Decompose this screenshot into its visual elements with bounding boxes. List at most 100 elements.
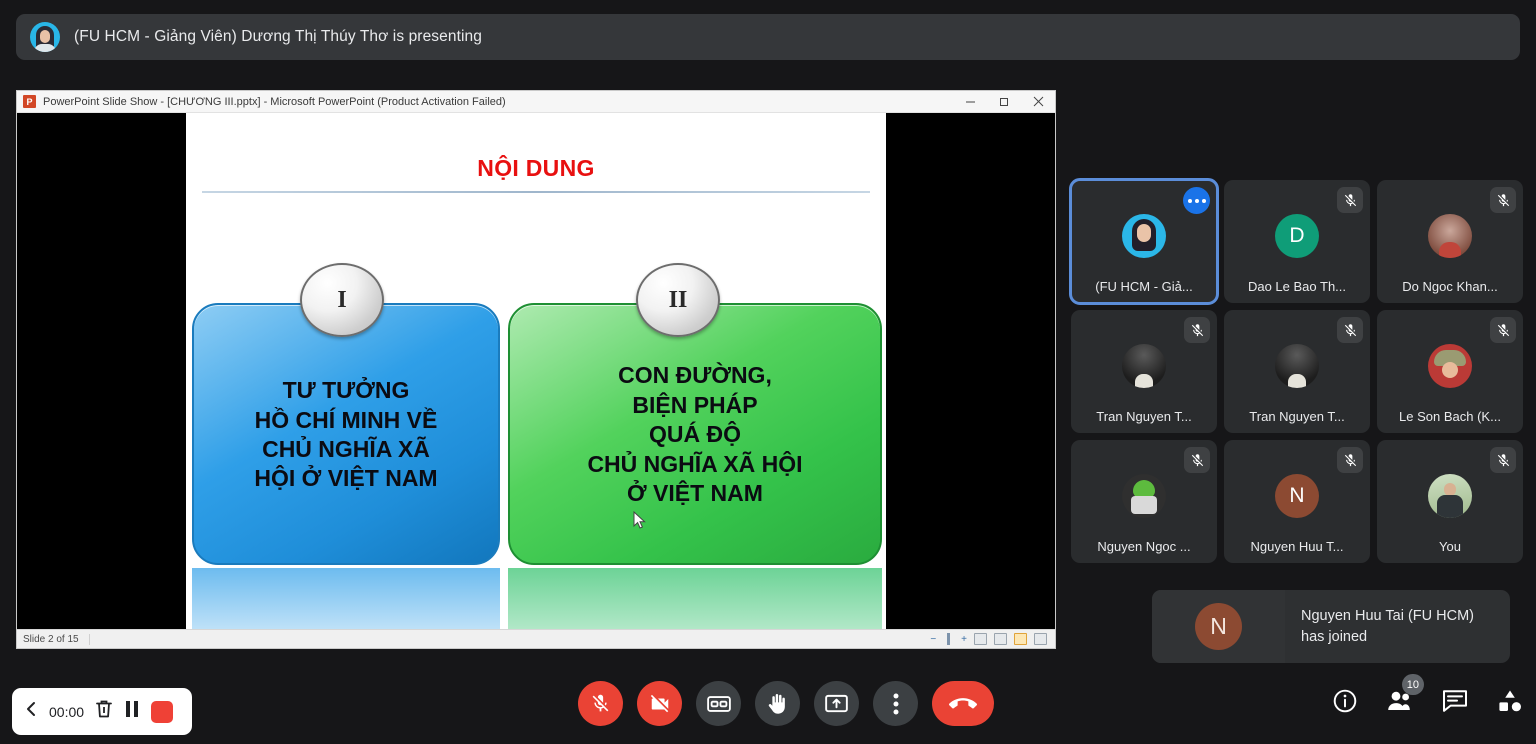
toast-line-1: Nguyen Huu Tai (FU HCM) [1301, 607, 1474, 624]
camera-off-button[interactable] [637, 681, 682, 726]
minimize-icon[interactable] [953, 91, 987, 112]
present-screen-button[interactable] [814, 681, 859, 726]
topic-box-2-text: CON ĐƯỜNG, BIỆN PHÁP QUÁ ĐỘ CHỦ NGHĨA XÃ… [587, 362, 803, 507]
mic-off-icon [1490, 317, 1516, 343]
slide-title-divider [202, 191, 870, 193]
participant-name: Do Ngoc Khan... [1402, 279, 1498, 294]
mouse-cursor-icon [633, 510, 646, 535]
mic-off-icon [1184, 447, 1210, 473]
avatar [1275, 343, 1319, 388]
more-options-button[interactable] [873, 681, 918, 726]
participant-name: Tran Nguyen T... [1249, 409, 1345, 424]
restore-icon[interactable] [987, 91, 1021, 112]
toast-avatar-area: N [1152, 590, 1285, 663]
slide-stage: NỘI DUNG I II TƯ TƯỞNG HỒ CHÍ MINH VỀ CH… [17, 113, 1055, 629]
end-call-button[interactable] [932, 681, 994, 726]
mic-off-icon [1337, 447, 1363, 473]
view-normal-icon[interactable] [974, 633, 987, 645]
topic-badge-2: II [636, 263, 720, 337]
slide-canvas[interactable]: NỘI DUNG I II TƯ TƯỞNG HỒ CHÍ MINH VỀ CH… [186, 113, 886, 629]
avatar [1428, 473, 1472, 518]
participant-grid: (FU HCM - Giả... D Dao Le Bao Th... Do N… [1069, 178, 1523, 570]
meeting-screen: (FU HCM - Giảng Viên) Dương Thị Thúy Thơ… [0, 0, 1536, 744]
topic-reflection-2 [508, 568, 882, 629]
participant-tile[interactable]: Le Son Bach (K... [1377, 310, 1523, 433]
participant-tile[interactable]: D Dao Le Bao Th... [1224, 180, 1370, 303]
avatar [1428, 343, 1472, 388]
avatar [1122, 213, 1166, 258]
participant-row: (FU HCM - Giả... D Dao Le Bao Th... Do N… [1069, 178, 1523, 305]
presenter-avatar [30, 22, 60, 52]
mic-off-icon [1184, 317, 1210, 343]
presenting-banner: (FU HCM - Giảng Viên) Dương Thị Thúy Thơ… [16, 14, 1520, 60]
view-reading-icon[interactable] [1014, 633, 1027, 645]
pause-icon[interactable] [124, 700, 140, 723]
close-icon[interactable] [1021, 91, 1055, 112]
topic-box-1: TƯ TƯỞNG HỒ CHÍ MINH VỀ CHỦ NGHĨA XÃ HỘI… [192, 303, 500, 565]
avatar: D [1275, 213, 1319, 258]
mic-off-icon [1337, 187, 1363, 213]
raise-hand-button[interactable] [755, 681, 800, 726]
mic-off-icon [1490, 187, 1516, 213]
presenting-label: (FU HCM - Giảng Viên) Dương Thị Thúy Thơ… [74, 28, 482, 45]
participant-name: (FU HCM - Giả... [1095, 279, 1193, 294]
zoom-in-button[interactable]: + [961, 634, 967, 645]
participant-tile[interactable]: You [1377, 440, 1523, 563]
participants-count-badge: 10 [1401, 674, 1424, 695]
toast-line-2: has joined [1301, 628, 1368, 645]
participant-row: Nguyen Ngoc ... N Nguyen Huu T... You [1071, 440, 1523, 563]
view-slideshow-icon[interactable] [1034, 633, 1047, 645]
participant-name: Dao Le Bao Th... [1247, 279, 1347, 294]
avatar [1428, 213, 1472, 258]
call-controls-bar [578, 681, 994, 726]
participant-tile[interactable]: Do Ngoc Khan... [1377, 180, 1523, 303]
topic-reflection-1 [192, 568, 500, 629]
participant-row: Tran Nguyen T... Tran Nguyen T... Le Son… [1071, 310, 1523, 433]
powerpoint-titlebar[interactable]: P PowerPoint Slide Show - [CHƯƠNG III.pp… [17, 91, 1055, 113]
zoom-slider-handle-icon[interactable] [943, 633, 954, 645]
recording-widget[interactable]: 00:00 [12, 688, 192, 735]
mic-off-icon [1337, 317, 1363, 343]
avatar [1122, 473, 1166, 518]
microphone-off-button[interactable] [578, 681, 623, 726]
chat-button[interactable] [1440, 686, 1470, 716]
meeting-details-button[interactable] [1330, 686, 1360, 716]
more-options-icon[interactable] [1183, 187, 1210, 214]
participant-tile[interactable]: N Nguyen Huu T... [1224, 440, 1370, 563]
participant-name: Le Son Bach (K... [1399, 409, 1501, 424]
recording-timer: 00:00 [49, 703, 85, 720]
slide-title: NỘI DUNG [477, 155, 595, 181]
captions-button[interactable] [696, 681, 741, 726]
statusbar-right-group: − + [930, 633, 1055, 645]
participant-tile[interactable]: (FU HCM - Giả... [1069, 178, 1219, 305]
avatar: N [1195, 603, 1242, 650]
trash-icon[interactable] [95, 699, 113, 724]
topic-badge-1: I [300, 263, 384, 337]
participants-button[interactable]: 10 [1385, 674, 1424, 716]
powerpoint-statusbar: Slide 2 of 15 − + [17, 629, 1055, 648]
topic-box-1-text: TƯ TƯỞNG HỒ CHÍ MINH VỀ CHỦ NGHĨA XÃ HỘI… [254, 377, 438, 492]
participant-name: Tran Nguyen T... [1096, 409, 1192, 424]
participant-tile[interactable]: Tran Nguyen T... [1224, 310, 1370, 433]
slide-counter: Slide 2 of 15 [17, 633, 90, 645]
topic-box-2: CON ĐƯỜNG, BIỆN PHÁP QUÁ ĐỘ CHỦ NGHĨA XÃ… [508, 303, 882, 565]
participant-tile[interactable]: Tran Nguyen T... [1071, 310, 1217, 433]
participant-name: You [1439, 539, 1461, 554]
powerpoint-window[interactable]: P PowerPoint Slide Show - [CHƯƠNG III.pp… [16, 90, 1056, 649]
avatar [1122, 343, 1166, 388]
window-controls [953, 91, 1055, 112]
powerpoint-title: PowerPoint Slide Show - [CHƯƠNG III.pptx… [43, 95, 506, 108]
mic-off-icon [1490, 447, 1516, 473]
participant-tile[interactable]: Nguyen Ngoc ... [1071, 440, 1217, 563]
participant-name: Nguyen Huu T... [1250, 539, 1344, 554]
toast-message: Nguyen Huu Tai (FU HCM) has joined [1285, 606, 1474, 647]
join-notification-toast: N Nguyen Huu Tai (FU HCM) has joined [1152, 590, 1510, 663]
avatar: N [1275, 473, 1319, 518]
participant-name: Nguyen Ngoc ... [1097, 539, 1191, 554]
chevron-left-icon[interactable] [26, 701, 38, 722]
slide-topic-row: I II TƯ TƯỞNG HỒ CHÍ MINH VỀ CHỦ NGHĨA X… [186, 263, 886, 629]
view-sorter-icon[interactable] [994, 633, 1007, 645]
zoom-out-button[interactable]: − [930, 634, 936, 645]
activities-button[interactable] [1495, 686, 1525, 716]
stop-record-icon[interactable] [151, 700, 174, 723]
